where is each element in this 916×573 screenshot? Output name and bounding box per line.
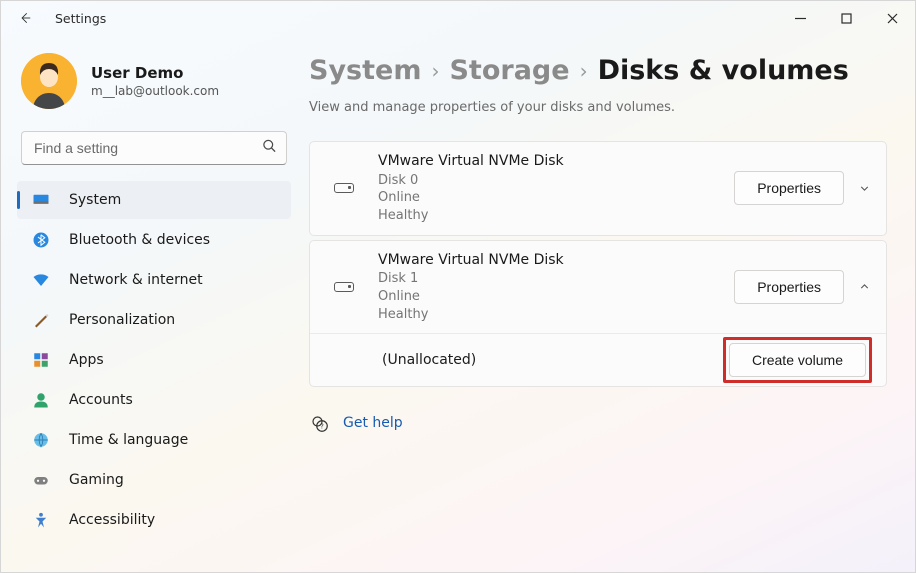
sidebar-item-label: Bluetooth & devices [69,232,210,248]
search-input[interactable] [21,131,287,165]
disk-row[interactable]: VMware Virtual NVMe Disk Disk 0 Online H… [310,142,886,235]
disk-health: Healthy [378,306,734,324]
chevron-right-icon: › [580,59,588,83]
user-name: User Demo [91,64,219,82]
sidebar-item-label: Time & language [69,432,188,448]
breadcrumb-system[interactable]: System [309,55,421,86]
gaming-icon [31,470,51,490]
content-area: System › Storage › Disks & volumes View … [301,35,915,572]
volume-label: (Unallocated) [324,352,723,368]
page-description: View and manage properties of your disks… [309,100,887,115]
title-bar: Settings [1,1,915,35]
breadcrumb: System › Storage › Disks & volumes [309,55,887,86]
close-button[interactable] [869,1,915,35]
search-wrap [21,131,287,165]
properties-button[interactable]: Properties [734,270,844,304]
disk-state: Online [378,189,734,207]
chevron-up-icon[interactable] [856,280,872,293]
disk-title: VMware Virtual NVMe Disk [378,152,734,171]
user-block[interactable]: User Demo m__lab@outlook.com [17,53,291,109]
disk-text: VMware Virtual NVMe Disk Disk 0 Online H… [368,152,734,225]
back-button[interactable] [9,2,41,34]
sidebar-item-label: Personalization [69,312,175,328]
window-controls [777,1,915,35]
svg-text:?: ? [320,422,324,430]
sidebar-item-network[interactable]: Network & internet [17,261,291,299]
disk-card-0: VMware Virtual NVMe Disk Disk 0 Online H… [309,141,887,236]
annotation-highlight: Create volume [723,337,872,383]
sidebar-item-accounts[interactable]: Accounts [17,381,291,419]
sidebar: User Demo m__lab@outlook.com System Bl [1,35,301,572]
sidebar-item-personalization[interactable]: Personalization [17,301,291,339]
help-row: ? Get help [309,413,887,433]
user-meta: User Demo m__lab@outlook.com [91,64,219,98]
sidebar-item-bluetooth[interactable]: Bluetooth & devices [17,221,291,259]
accounts-icon [31,390,51,410]
disk-health: Healthy [378,207,734,225]
help-icon: ? [309,413,329,433]
apps-icon [31,350,51,370]
personalization-icon [31,310,51,330]
sidebar-item-apps[interactable]: Apps [17,341,291,379]
get-help-link[interactable]: Get help [343,415,403,431]
breadcrumb-storage[interactable]: Storage [449,55,569,86]
sidebar-item-label: Gaming [69,472,124,488]
drive-icon [320,183,368,193]
disk-state: Online [378,288,734,306]
sidebar-item-time-language[interactable]: Time & language [17,421,291,459]
avatar [21,53,77,109]
bluetooth-icon [31,230,51,250]
disk-card-1: VMware Virtual NVMe Disk Disk 1 Online H… [309,240,887,388]
sidebar-item-label: System [69,192,121,208]
chevron-down-icon[interactable] [856,182,872,195]
maximize-button[interactable] [823,1,869,35]
nav-list: System Bluetooth & devices Network & int… [17,181,291,541]
sidebar-item-label: Apps [69,352,104,368]
system-icon [31,190,51,210]
user-email: m__lab@outlook.com [91,84,219,98]
sidebar-item-label: Network & internet [69,272,203,288]
chevron-right-icon: › [431,59,439,83]
disk-row[interactable]: VMware Virtual NVMe Disk Disk 1 Online H… [310,241,886,335]
sidebar-item-gaming[interactable]: Gaming [17,461,291,499]
time-language-icon [31,430,51,450]
network-icon [31,270,51,290]
drive-icon [320,282,368,292]
create-volume-button[interactable]: Create volume [729,343,866,377]
sidebar-item-label: Accounts [69,392,133,408]
properties-button[interactable]: Properties [734,171,844,205]
breadcrumb-current: Disks & volumes [598,55,849,86]
sidebar-item-label: Accessibility [69,512,155,528]
volume-row: (Unallocated) Create volume [310,334,886,386]
sidebar-item-system[interactable]: System [17,181,291,219]
minimize-button[interactable] [777,1,823,35]
disk-title: VMware Virtual NVMe Disk [378,251,734,270]
main-split: User Demo m__lab@outlook.com System Bl [1,35,915,572]
disk-name: Disk 0 [378,172,734,190]
app-title: Settings [55,11,106,26]
disk-name: Disk 1 [378,270,734,288]
accessibility-icon [31,510,51,530]
sidebar-item-accessibility[interactable]: Accessibility [17,501,291,539]
disk-text: VMware Virtual NVMe Disk Disk 1 Online H… [368,251,734,324]
